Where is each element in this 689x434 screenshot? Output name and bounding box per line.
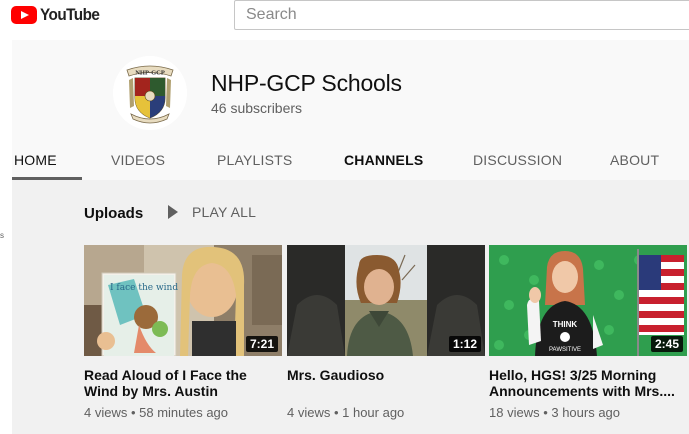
video-meta-1: 4 views • 58 minutes ago: [84, 405, 229, 420]
video-thumbnail-3[interactable]: THINK PAWSITIVE 2:45: [489, 245, 687, 356]
tab-discussion[interactable]: DISCUSSION: [473, 140, 562, 180]
video-duration-3: 2:45: [650, 336, 683, 352]
tab-about[interactable]: ABOUT: [610, 140, 659, 180]
tab-videos[interactable]: VIDEOS: [111, 140, 165, 180]
play-all-label: PLAY ALL: [192, 204, 257, 220]
tab-playlists[interactable]: PLAYLISTS: [217, 140, 292, 180]
school-crest-icon: NHP-GCP: [113, 56, 187, 130]
shirt-text-pawsitive: PAWSITIVE: [549, 347, 581, 353]
video-duration-2: 1:12: [448, 336, 481, 352]
play-all-button[interactable]: PLAY ALL: [168, 204, 256, 220]
video-meta-2: 4 views • 1 hour ago: [287, 405, 405, 420]
channel-tabs: HOME VIDEOS PLAYLISTS CHANNELS DISCUSSIO…: [12, 140, 689, 180]
uploads-heading[interactable]: Uploads: [84, 205, 143, 222]
video-title-3[interactable]: Hello, HGS! 3/25 Morning Announcements w…: [489, 367, 687, 399]
sidebar-edge-text: s: [0, 231, 4, 240]
video-duration-1: 7:21: [245, 336, 278, 352]
video-thumbnail-1[interactable]: I face the wind 7:21: [84, 245, 282, 356]
tab-home[interactable]: HOME: [14, 140, 57, 180]
play-icon: [168, 205, 178, 219]
youtube-play-icon: [11, 6, 37, 24]
book-cover-text: I face the wind: [110, 283, 178, 293]
video-title-2[interactable]: Mrs. Gaudioso: [287, 367, 485, 399]
video-title-1[interactable]: Read Aloud of I Face the Wind by Mrs. Au…: [84, 367, 282, 399]
video-card-2[interactable]: 1:12 Mrs. Gaudioso 4 views • 1 hour ago: [287, 245, 485, 420]
video-card-3[interactable]: THINK PAWSITIVE 2:45 Hello, HGS! 3/25 Mo…: [489, 245, 687, 420]
channel-avatar[interactable]: NHP-GCP: [113, 56, 187, 130]
video-meta-3: 18 views • 3 hours ago: [489, 405, 621, 420]
search-input[interactable]: [234, 0, 689, 30]
subscriber-count: 46 subscribers: [211, 100, 303, 116]
top-bar: YouTube: [0, 0, 689, 40]
tab-channels[interactable]: CHANNELS: [344, 140, 423, 180]
video-card-1[interactable]: I face the wind 7:21 Read Aloud of I Fac…: [84, 245, 282, 420]
channel-title: NHP-GCP Schools: [211, 70, 402, 96]
crest-banner-text: NHP-GCP: [135, 70, 165, 77]
shirt-text-think: THINK: [553, 320, 578, 329]
video-thumbnail-2[interactable]: 1:12: [287, 245, 485, 356]
youtube-logo[interactable]: YouTube: [11, 5, 106, 25]
logo-text: YouTube: [40, 5, 100, 24]
